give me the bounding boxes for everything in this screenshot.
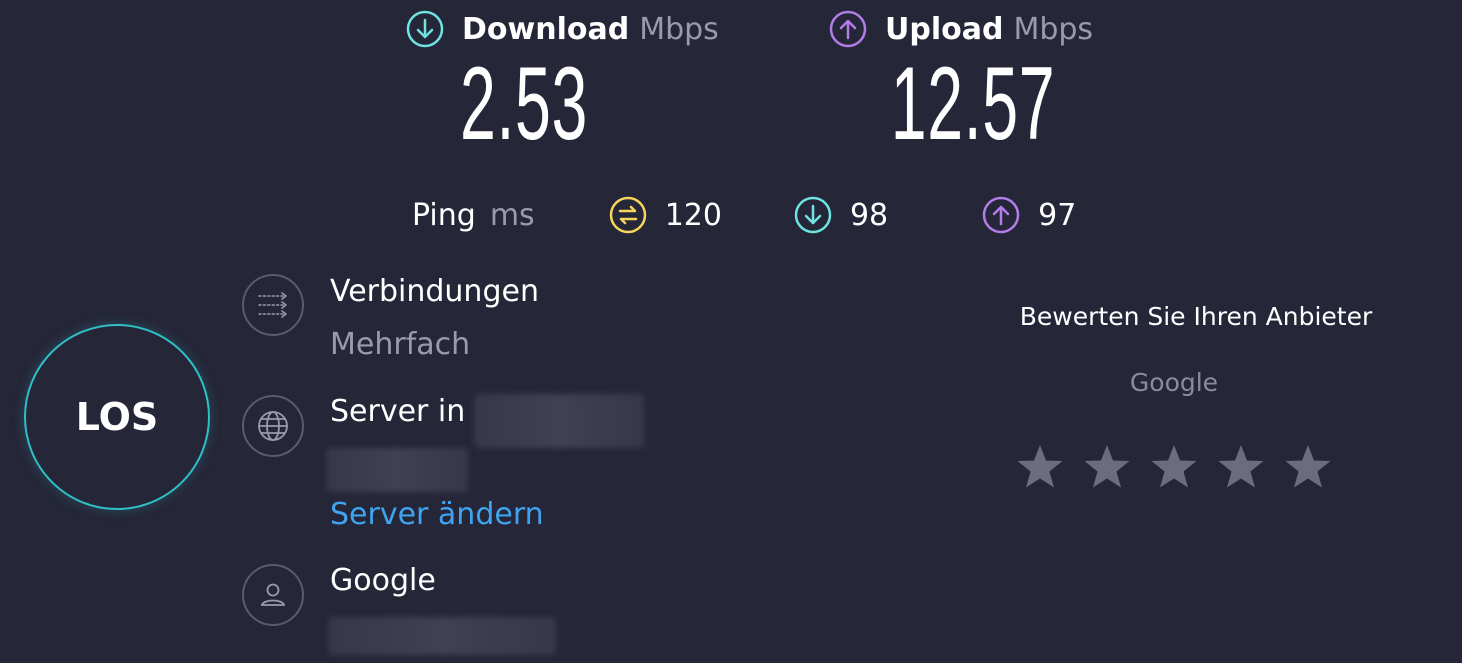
change-server-link[interactable]: Server ändern: [330, 497, 544, 532]
connections-icon: [242, 274, 304, 336]
ping-label-group: Ping ms: [412, 198, 535, 233]
ping-download: 98: [794, 196, 888, 234]
upload-unit: Mbps: [1013, 11, 1094, 47]
globe-icon: [242, 395, 304, 457]
ping-upload: 97: [982, 196, 1076, 234]
download-label: Download: [462, 11, 630, 47]
ping-download-value: 98: [849, 197, 889, 233]
rate-provider-name: Google: [1129, 368, 1219, 397]
star-icon-4[interactable]: [1216, 442, 1266, 492]
star-icon-1[interactable]: [1015, 442, 1065, 492]
star-icon-2[interactable]: [1082, 442, 1132, 492]
user-icon: [242, 564, 304, 626]
server-location-redacted: [474, 394, 644, 448]
provider-title: Google: [330, 563, 436, 598]
connections-value[interactable]: Mehrfach: [330, 327, 470, 362]
arrow-down-circle-icon: [794, 196, 832, 234]
ping-idle-value: 120: [664, 197, 722, 233]
upload-value: 12.57: [890, 46, 1056, 162]
connections-title: Verbindungen: [330, 274, 539, 309]
ping-upload-value: 97: [1038, 197, 1077, 233]
star-icon-5[interactable]: [1283, 442, 1333, 492]
ping-row: Ping ms 120 98 97: [412, 196, 1132, 234]
go-button[interactable]: LOS: [24, 324, 210, 510]
server-name-redacted: [326, 448, 468, 492]
download-value: 2.53: [460, 46, 588, 162]
arrow-up-circle-icon: [829, 10, 867, 48]
download-unit: Mbps: [639, 11, 719, 47]
provider-ip-redacted: [328, 617, 556, 655]
arrow-up-circle-icon: [982, 196, 1020, 234]
arrow-down-circle-icon: [406, 10, 444, 48]
ping-exchange-icon: [609, 196, 647, 234]
download-header: Download Mbps: [406, 10, 719, 48]
star-icon-3[interactable]: [1149, 442, 1199, 492]
ping-label: Ping: [412, 197, 476, 233]
star-rating[interactable]: [1015, 442, 1333, 492]
rate-provider-title: Bewerten Sie Ihren Anbieter: [1019, 302, 1373, 331]
ping-idle: 120: [609, 196, 722, 234]
server-title: Server in: [330, 394, 466, 429]
upload-header: Upload Mbps: [829, 10, 1093, 48]
go-button-label: LOS: [75, 395, 159, 439]
upload-label: Upload: [885, 11, 1004, 47]
ping-unit: ms: [489, 197, 535, 233]
